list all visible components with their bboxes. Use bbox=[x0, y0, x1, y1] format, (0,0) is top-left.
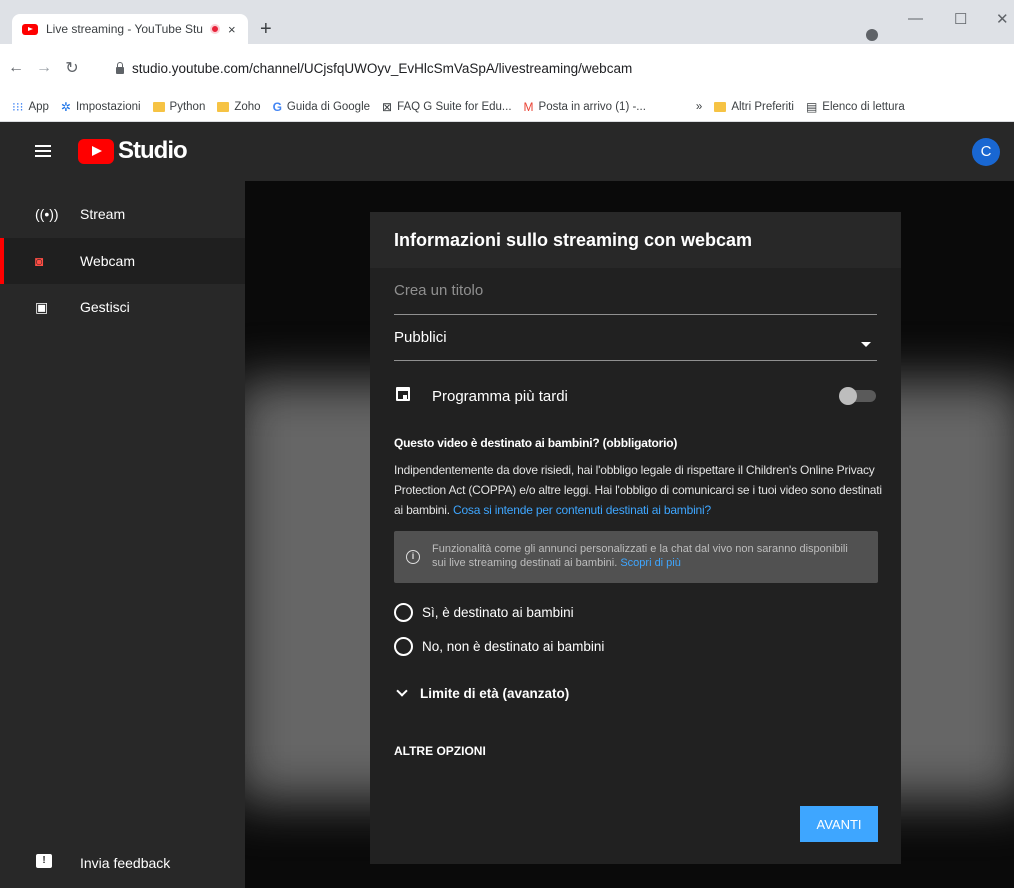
lock-icon bbox=[116, 61, 124, 74]
dialog-title: Informazioni sullo streaming con webcam bbox=[394, 230, 753, 250]
info-icon: i bbox=[406, 550, 420, 564]
youtube-favicon-icon bbox=[22, 23, 38, 35]
forward-arrow-icon[interactable]: → bbox=[30, 59, 58, 77]
broadcast-icon: ((•)) bbox=[35, 206, 59, 222]
made-for-kids-link[interactable]: Cosa si intende per contenuti destinati … bbox=[453, 503, 711, 517]
chevron-down-icon bbox=[396, 684, 408, 697]
camera-icon: ◙ bbox=[35, 253, 44, 269]
sidebar-item-label: Gestisci bbox=[80, 299, 130, 315]
folder-icon bbox=[217, 101, 230, 112]
address-bar[interactable]: studio.youtube.com/channel/UCjsfqUWOyv_E… bbox=[110, 52, 1010, 84]
bookmark-item[interactable]: G Guida di Google bbox=[273, 100, 370, 114]
radio-label: No, non è destinato ai bambini bbox=[422, 638, 605, 654]
recording-indicator-icon bbox=[210, 24, 220, 34]
info-notice-text: Funzionalità come gli annunci personaliz… bbox=[432, 543, 848, 569]
reload-icon[interactable]: ↻ bbox=[58, 58, 86, 78]
gmail-icon: M bbox=[523, 99, 534, 114]
next-button[interactable]: AVANTI bbox=[800, 806, 878, 842]
url-text: studio.youtube.com/channel/UCjsfqUWOyv_E… bbox=[132, 60, 633, 76]
feedback-label: Invia feedback bbox=[80, 855, 171, 871]
channel-avatar[interactable]: C bbox=[972, 138, 1000, 166]
bookmark-item[interactable]: ⁝⁝⁝ App bbox=[12, 100, 49, 114]
google-icon: G bbox=[272, 99, 282, 114]
calendar-icon bbox=[396, 387, 410, 401]
calendar-icon: ▣ bbox=[35, 298, 49, 315]
reading-list[interactable]: ▤ Elenco di lettura bbox=[806, 100, 905, 114]
back-arrow-icon[interactable]: ← bbox=[2, 59, 30, 77]
other-bookmarks[interactable]: Altri Preferiti bbox=[714, 101, 794, 113]
radio-circle[interactable] bbox=[394, 602, 413, 622]
browser-toolbar: ← → ↻ studio.youtube.com/channel/UCjsfqU… bbox=[0, 44, 1014, 120]
more-options-button[interactable]: ALTRE OPZIONI bbox=[394, 744, 486, 758]
bookmark-item[interactable]: Python bbox=[152, 101, 205, 113]
profile-dot-icon[interactable] bbox=[866, 29, 878, 41]
bookmark-item[interactable]: ✲ Impostazioni bbox=[61, 100, 141, 114]
age-restriction-label: Limite di età (avanzato) bbox=[420, 686, 570, 701]
maximize-button[interactable]: ☐ bbox=[954, 10, 967, 28]
reading-list-icon: ▤ bbox=[805, 99, 818, 114]
info-notice: i Funzionalità come gli annunci personal… bbox=[394, 531, 878, 583]
tab-close-icon[interactable]: × bbox=[228, 22, 236, 37]
learn-more-link[interactable]: Scopri di più bbox=[620, 557, 681, 569]
feedback-icon: ! bbox=[36, 854, 52, 868]
gear-icon: ✲ bbox=[60, 99, 71, 114]
age-restriction-expander[interactable]: Limite di età (avanzato) bbox=[396, 684, 570, 701]
feedback-button[interactable]: ! Invia feedback bbox=[0, 841, 245, 885]
dropdown-arrow-icon bbox=[861, 342, 871, 347]
hamburger-menu-icon[interactable] bbox=[35, 145, 51, 157]
bookmark-item[interactable]: ⊠ FAQ G Suite for Edu... bbox=[382, 100, 511, 114]
schedule-later-toggle[interactable] bbox=[839, 387, 876, 405]
schedule-later-row: Programma più tardi bbox=[394, 384, 877, 408]
mail-icon: ⊠ bbox=[382, 99, 393, 114]
tab-title: Live streaming - YouTube Stu bbox=[46, 22, 203, 36]
minimize-button[interactable]: — bbox=[908, 10, 923, 27]
bookmark-item[interactable]: M Posta in arrivo (1) -... bbox=[524, 100, 646, 114]
made-for-kids-description: Indipendentemente da dove risiedi, hai l… bbox=[394, 463, 882, 517]
radio-made-for-kids-no[interactable]: No, non è destinato ai bambini bbox=[394, 635, 604, 657]
folder-icon bbox=[714, 101, 727, 112]
new-tab-button[interactable]: + bbox=[260, 19, 272, 39]
sidebar: ((•)) Stream ◙ Webcam ▣ Gestisci ! Invia… bbox=[0, 181, 245, 888]
sidebar-item-gestisci[interactable]: ▣ Gestisci bbox=[0, 284, 245, 330]
bookmark-item[interactable]: Zoho bbox=[217, 101, 261, 113]
radio-circle[interactable] bbox=[394, 636, 413, 656]
visibility-value: Pubblici bbox=[394, 329, 447, 346]
browser-window: Live streaming - YouTube Stu × + — ☐ ✕ ←… bbox=[0, 0, 1014, 888]
folder-icon bbox=[152, 101, 165, 112]
sidebar-item-label: Stream bbox=[80, 206, 126, 222]
studio-header: Studio C bbox=[0, 122, 1014, 181]
sidebar-item-webcam[interactable]: ◙ Webcam bbox=[0, 238, 245, 284]
title-input[interactable] bbox=[394, 282, 877, 299]
bookmarks-overflow-button[interactable]: » bbox=[696, 101, 702, 113]
window-close-button[interactable]: ✕ bbox=[996, 10, 1009, 28]
schedule-label: Programma più tardi bbox=[432, 388, 568, 405]
made-for-kids-heading: Questo video è destinato ai bambini? (ob… bbox=[394, 436, 678, 450]
visibility-select[interactable]: Pubblici bbox=[394, 329, 877, 361]
browser-tab[interactable]: Live streaming - YouTube Stu × bbox=[12, 14, 248, 44]
sidebar-item-label: Webcam bbox=[80, 253, 135, 269]
apps-grid-icon: ⁝⁝⁝ bbox=[12, 99, 24, 114]
radio-made-for-kids-yes[interactable]: Sì, è destinato ai bambini bbox=[394, 601, 574, 623]
webcam-stream-info-dialog: Informazioni sullo streaming con webcam … bbox=[370, 212, 901, 864]
title-field bbox=[394, 282, 877, 315]
dialog-header: Informazioni sullo streaming con webcam bbox=[370, 212, 901, 268]
tab-strip: Live streaming - YouTube Stu × + — ☐ ✕ bbox=[0, 0, 1014, 44]
youtube-logo-icon[interactable] bbox=[78, 139, 114, 164]
sidebar-item-stream[interactable]: ((•)) Stream bbox=[0, 191, 245, 237]
radio-label: Sì, è destinato ai bambini bbox=[422, 604, 574, 620]
studio-logo-text[interactable]: Studio bbox=[118, 137, 188, 165]
bookmarks-bar: ⁝⁝⁝ App ✲ Impostazioni Python Zoho G Guida … bbox=[0, 92, 1014, 122]
